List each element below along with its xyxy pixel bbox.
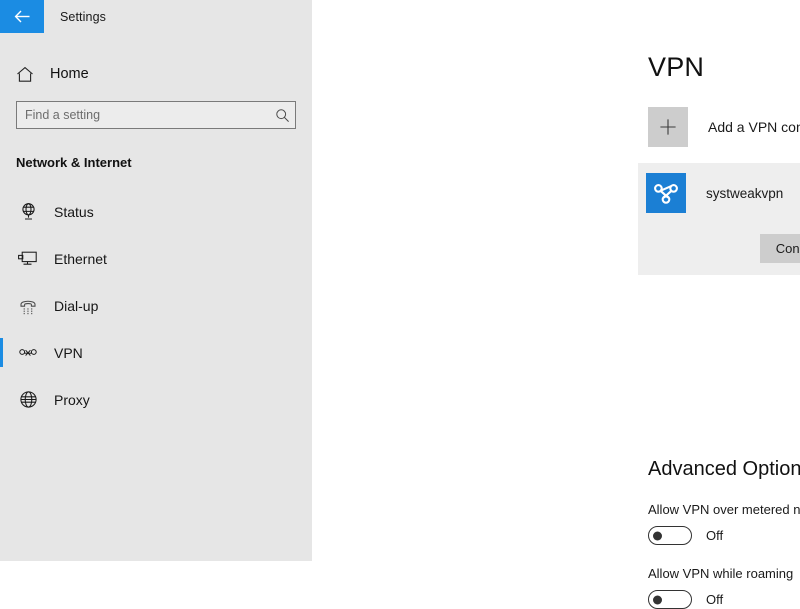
sidebar-item-status[interactable]: Status [0, 188, 312, 235]
toggle-state-label: Off [706, 528, 723, 543]
option-metered-networks: Allow VPN over metered networks Off [648, 502, 800, 545]
option-roaming: Allow VPN while roaming Off [648, 566, 800, 609]
plus-icon [648, 107, 688, 147]
vpn-connection-card[interactable]: systweakvpn Connect Advanced options Rem… [638, 163, 800, 275]
toggle-knob [653, 595, 662, 604]
option-label: Allow VPN over metered networks [648, 502, 800, 517]
toggle-knob [653, 531, 662, 540]
telephone-icon [16, 297, 40, 315]
selection-indicator [0, 197, 3, 226]
arrow-left-icon [14, 10, 31, 23]
search-input[interactable] [17, 102, 269, 128]
metered-networks-toggle[interactable] [648, 526, 692, 545]
selection-indicator [0, 385, 3, 414]
home-icon [16, 66, 38, 83]
sidebar: Settings Home Network & Internet [0, 0, 312, 561]
settings-window: Settings Home Network & Internet [0, 0, 800, 561]
vpn-connection-actions: Connect Advanced options Remove [760, 234, 800, 263]
selection-indicator [0, 244, 3, 273]
sidebar-nav: Status Ethernet [0, 188, 312, 423]
monitor-icon [16, 250, 40, 268]
page-title: VPN [648, 52, 800, 83]
add-vpn-connection-button[interactable]: Add a VPN connection [648, 107, 800, 147]
sidebar-item-label: Proxy [54, 392, 90, 408]
sidebar-item-proxy[interactable]: Proxy [0, 376, 312, 423]
sidebar-item-label: VPN [54, 345, 83, 361]
sidebar-item-vpn[interactable]: VPN [0, 329, 312, 376]
vpn-connection-name: systweakvpn [706, 186, 783, 201]
selection-indicator [0, 291, 3, 320]
back-button[interactable] [0, 0, 44, 33]
sidebar-item-label: Dial-up [54, 298, 98, 314]
app-title: Settings [44, 0, 106, 33]
sidebar-item-label: Status [54, 204, 94, 220]
sidebar-section-title: Network & Internet [16, 155, 312, 170]
selection-indicator [0, 338, 3, 367]
globe-icon [16, 390, 40, 409]
sidebar-item-dial-up[interactable]: Dial-up [0, 282, 312, 329]
sidebar-item-ethernet[interactable]: Ethernet [0, 235, 312, 282]
search-box[interactable] [16, 101, 296, 129]
option-toggle-row: Off [648, 526, 800, 545]
home-label: Home [50, 66, 89, 82]
title-bar: Settings [0, 0, 312, 33]
vpn-connection-header: systweakvpn [638, 163, 800, 213]
globe-stand-icon [16, 202, 40, 221]
add-vpn-connection-label: Add a VPN connection [708, 119, 800, 135]
vpn-icon [16, 346, 40, 360]
sidebar-item-home[interactable]: Home [0, 57, 312, 91]
toggle-state-label: Off [706, 592, 723, 607]
sidebar-item-label: Ethernet [54, 251, 107, 267]
search-icon[interactable] [269, 108, 295, 123]
main-content: VPN Add a VPN connection [312, 0, 800, 561]
connect-button[interactable]: Connect [760, 234, 800, 263]
systweak-vpn-logo-icon [646, 173, 686, 213]
option-label: Allow VPN while roaming [648, 566, 800, 581]
roaming-toggle[interactable] [648, 590, 692, 609]
option-toggle-row: Off [648, 590, 800, 609]
